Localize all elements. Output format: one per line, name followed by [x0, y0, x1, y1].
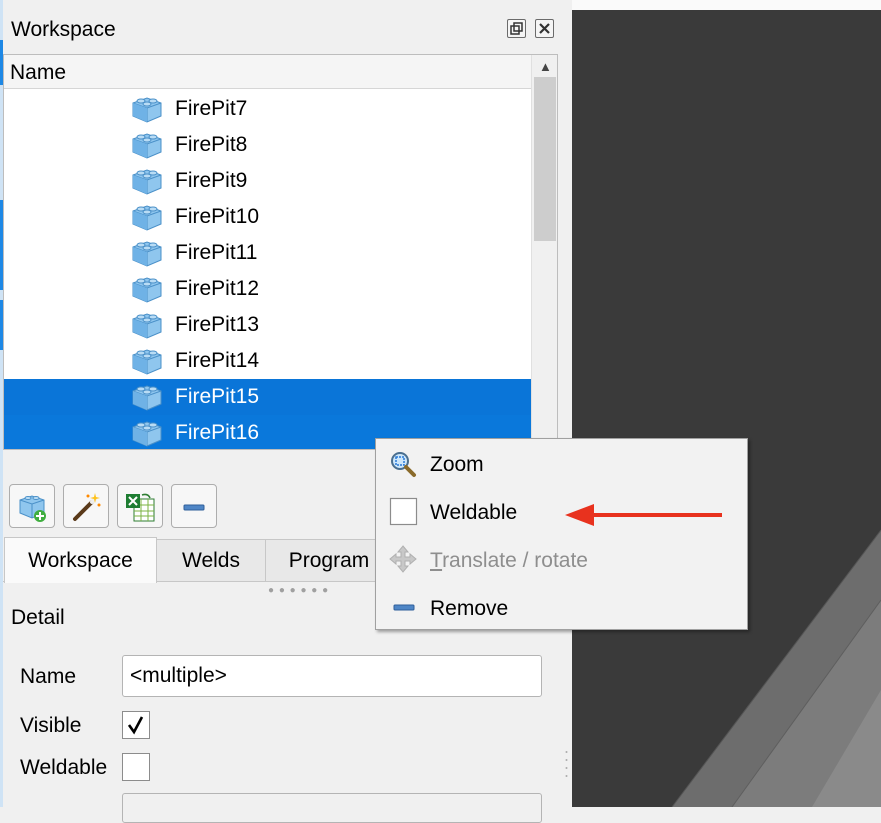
- accelerator-char: T: [430, 549, 443, 572]
- lego-brick-icon: [131, 202, 163, 232]
- close-icon: [539, 23, 550, 34]
- add-brick-button[interactable]: [9, 484, 55, 528]
- menu-item-zoom[interactable]: Zoom: [376, 441, 747, 489]
- tree-item-label: FirePit16: [175, 421, 260, 444]
- detail-section-title: Detail: [11, 606, 65, 629]
- scroll-up-arrow-icon[interactable]: ▲: [539, 59, 552, 74]
- lego-brick-icon: [131, 346, 163, 376]
- menu-item-translate-rotate[interactable]: Translate / rotate: [376, 537, 747, 585]
- lego-brick-icon: [131, 238, 163, 268]
- tree-item-label: FirePit9: [175, 169, 248, 192]
- column-header-label: Name: [10, 61, 67, 84]
- checkmark-icon: [127, 716, 144, 735]
- float-window-icon: [510, 22, 523, 35]
- lego-brick-icon: [131, 382, 163, 412]
- tab-label: Program: [288, 549, 370, 572]
- workspace-tree[interactable]: Name FirePit7 FirePit8 FirePit9 FirePit10 Fi…: [3, 54, 558, 450]
- tree-item[interactable]: FirePit13: [4, 307, 531, 343]
- vertical-scrollbar[interactable]: ▲: [531, 55, 557, 449]
- name-label: Name: [20, 665, 77, 688]
- scrollbar-thumb[interactable]: [534, 77, 556, 241]
- tree-item-label: FirePit11: [175, 241, 258, 264]
- lego-brick-icon: [131, 94, 163, 124]
- 3d-viewport[interactable]: [572, 0, 881, 807]
- tree-item-label: FirePit10: [175, 205, 260, 228]
- tab-welds[interactable]: Welds: [156, 539, 266, 581]
- checkbox-icon: [389, 497, 418, 526]
- menu-item-label: Weldable: [430, 501, 518, 524]
- lego-brick-icon: [131, 166, 163, 196]
- tree-item[interactable]: FirePit12: [4, 271, 531, 307]
- magic-wand-button[interactable]: [63, 484, 109, 528]
- close-panel-button[interactable]: [535, 19, 554, 38]
- context-menu: Zoom Weldable Translate / rotate Remove: [375, 438, 748, 630]
- viewport-geometry: [671, 529, 881, 807]
- lego-brick-icon: [131, 130, 163, 160]
- add-brick-icon: [19, 495, 46, 522]
- magic-wand-icon: [73, 493, 101, 521]
- tab-workspace[interactable]: Workspace: [4, 537, 157, 583]
- menu-item-label: Remove: [430, 597, 509, 620]
- remove-icon: [183, 504, 205, 511]
- tree-item-label: FirePit7: [175, 97, 248, 120]
- menu-item-label: Zoom: [430, 453, 484, 476]
- float-window-button[interactable]: [507, 19, 526, 38]
- excel-import-button[interactable]: [117, 484, 163, 528]
- tree-item[interactable]: FirePit8: [4, 127, 531, 163]
- tree-item[interactable]: FirePit11: [4, 235, 531, 271]
- tree-item[interactable]: FirePit10: [4, 199, 531, 235]
- visible-checkbox[interactable]: [122, 711, 150, 739]
- lego-brick-icon: [131, 274, 163, 304]
- menu-item-label: Translate / rotate: [430, 549, 588, 573]
- annotation-arrow-icon: [565, 504, 722, 526]
- tree-item[interactable]: FirePit15: [4, 379, 531, 415]
- lego-brick-icon: [131, 418, 163, 448]
- menu-item-label-rest: ranslate / rotate: [442, 549, 588, 572]
- next-field-input[interactable]: [122, 793, 542, 823]
- tab-program[interactable]: Program: [265, 539, 393, 581]
- tree-item-label: FirePit15: [175, 385, 260, 408]
- name-input[interactable]: [122, 655, 542, 697]
- weldable-checkbox[interactable]: [122, 753, 150, 781]
- tree-item[interactable]: FirePit9: [4, 163, 531, 199]
- remove-icon: [393, 604, 415, 611]
- tree-item[interactable]: FirePit14: [4, 343, 531, 379]
- menu-item-remove[interactable]: Remove: [376, 585, 747, 633]
- tree-item-label: FirePit14: [175, 349, 260, 372]
- excel-import-icon: [126, 493, 155, 522]
- vertical-splitter-grip[interactable]: [565, 748, 568, 784]
- tab-label: Welds: [182, 549, 240, 572]
- splitter-grip[interactable]: ● ● ● ● ● ●: [268, 585, 329, 596]
- tree-item[interactable]: FirePit7: [4, 91, 531, 127]
- tree-item-label: FirePit8: [175, 133, 248, 156]
- tab-label: Workspace: [28, 549, 133, 572]
- lego-brick-icon: [131, 310, 163, 340]
- move-arrows-icon: [389, 545, 417, 573]
- panel-title: Workspace: [11, 18, 116, 41]
- visible-label: Visible: [20, 714, 82, 737]
- weldable-label: Weldable: [20, 756, 108, 779]
- zoom-icon: [391, 452, 416, 477]
- remove-button[interactable]: [171, 484, 217, 528]
- tree-item-label: FirePit13: [175, 313, 260, 336]
- tree-item-label: FirePit12: [175, 277, 260, 300]
- column-header-name[interactable]: Name: [4, 55, 531, 89]
